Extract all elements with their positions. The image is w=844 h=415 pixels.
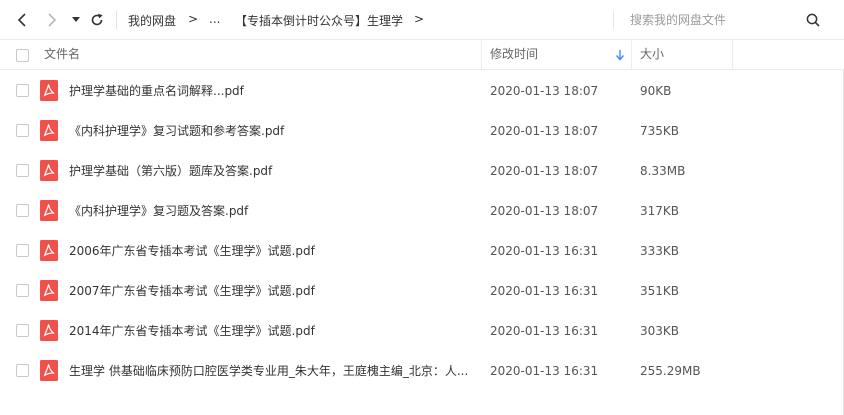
file-row[interactable]: 生理学 供基础临床预防口腔医学类专业用_朱大年，王庭槐主编_北京：人... 20… [0, 351, 844, 391]
sort-down-arrow-icon[interactable] [615, 49, 625, 61]
breadcrumb-current-folder[interactable]: 【专插本倒计时公众号】生理学 [235, 12, 403, 29]
file-row[interactable]: 护理学基础的重点名词解释...pdf 2020-01-13 18:07 90KB [0, 71, 844, 111]
pdf-file-icon [40, 200, 58, 221]
pdf-file-icon [40, 360, 58, 381]
file-name[interactable]: 生理学 供基础临床预防口腔医学类专业用_朱大年，王庭槐主编_北京：人... [69, 363, 474, 379]
column-header: 文件名 修改时间 大小 [0, 40, 844, 70]
chevron-left-icon [17, 13, 26, 27]
breadcrumb-separator: > [188, 12, 199, 26]
refresh-button[interactable] [87, 10, 107, 30]
search-divider [613, 11, 614, 29]
file-modified-time: 2020-01-13 18:07 [490, 124, 599, 138]
file-row[interactable]: 2014年广东省专插本考试《生理学》试题.pdf 2020-01-13 16:3… [0, 311, 844, 351]
file-modified-time: 2020-01-13 16:31 [490, 324, 599, 338]
netdisk-window: 我的网盘 > ... 【专插本倒计时公众号】生理学 > 文件名 修改时间 大小 [0, 0, 844, 415]
refresh-icon [91, 13, 103, 26]
file-checkbox[interactable] [16, 324, 29, 337]
back-button[interactable] [13, 10, 33, 30]
file-checkbox[interactable] [16, 284, 29, 297]
file-size: 317KB [640, 204, 680, 218]
file-checkbox[interactable] [16, 164, 29, 177]
file-name[interactable]: 《内科护理学》复习题及答案.pdf [69, 203, 474, 219]
column-modified-time[interactable]: 修改时间 [490, 40, 538, 70]
toolbar-divider [116, 11, 117, 29]
file-name[interactable]: 2007年广东省专插本考试《生理学》试题.pdf [69, 283, 474, 299]
file-size: 333KB [640, 244, 680, 258]
file-row[interactable]: 2007年广东省专插本考试《生理学》试题.pdf 2020-01-13 16:3… [0, 271, 844, 311]
column-divider [732, 40, 733, 70]
chevron-right-icon [48, 13, 57, 27]
search-button[interactable] [804, 11, 822, 29]
file-checkbox[interactable] [16, 364, 29, 377]
select-all-checkbox[interactable] [16, 49, 29, 62]
file-checkbox[interactable] [16, 244, 29, 257]
breadcrumb-separator: > [414, 12, 425, 26]
pdf-file-icon [40, 120, 58, 141]
file-modified-time: 2020-01-13 16:31 [490, 244, 599, 258]
file-name[interactable]: 《内科护理学》复习试题和参考答案.pdf [69, 123, 474, 139]
search-input[interactable] [630, 9, 800, 31]
breadcrumb-root[interactable]: 我的网盘 [128, 12, 176, 29]
forward-button[interactable] [42, 10, 62, 30]
file-checkbox[interactable] [16, 84, 29, 97]
file-size: 735KB [640, 124, 680, 138]
file-name[interactable]: 2006年广东省专插本考试《生理学》试题.pdf [69, 243, 474, 259]
search-icon [806, 13, 820, 27]
pdf-file-icon [40, 160, 58, 181]
file-size: 90KB [640, 84, 672, 98]
file-modified-time: 2020-01-13 18:07 [490, 204, 599, 218]
file-name[interactable]: 护理学基础的重点名词解释...pdf [69, 83, 474, 99]
file-name[interactable]: 护理学基础（第六版）题库及答案.pdf [69, 163, 474, 179]
column-size[interactable]: 大小 [640, 40, 664, 70]
top-navigation-bar: 我的网盘 > ... 【专插本倒计时公众号】生理学 > [0, 0, 844, 40]
file-checkbox[interactable] [16, 204, 29, 217]
caret-down-icon [72, 17, 80, 22]
file-modified-time: 2020-01-13 16:31 [490, 284, 599, 298]
file-size: 303KB [640, 324, 680, 338]
breadcrumb-ellipsis[interactable]: ... [209, 12, 220, 26]
pdf-file-icon [40, 240, 58, 261]
file-size: 351KB [640, 284, 680, 298]
file-size: 255.29MB [640, 364, 701, 378]
history-dropdown-button[interactable] [68, 10, 84, 30]
column-divider [631, 40, 632, 70]
pdf-file-icon [40, 320, 58, 341]
file-checkbox[interactable] [16, 124, 29, 137]
file-row[interactable]: 护理学基础（第六版）题库及答案.pdf 2020-01-13 18:07 8.3… [0, 151, 844, 191]
file-row[interactable]: 《内科护理学》复习试题和参考答案.pdf 2020-01-13 18:07 73… [0, 111, 844, 151]
file-name[interactable]: 2014年广东省专插本考试《生理学》试题.pdf [69, 323, 474, 339]
file-row[interactable]: 《内科护理学》复习题及答案.pdf 2020-01-13 18:07 317KB [0, 191, 844, 231]
file-modified-time: 2020-01-13 18:07 [490, 84, 599, 98]
pdf-file-icon [40, 280, 58, 301]
pdf-file-icon [40, 80, 58, 101]
file-modified-time: 2020-01-13 16:31 [490, 364, 599, 378]
file-list: 护理学基础的重点名词解释...pdf 2020-01-13 18:07 90KB… [0, 71, 844, 391]
file-row[interactable]: 2006年广东省专插本考试《生理学》试题.pdf 2020-01-13 16:3… [0, 231, 844, 271]
file-size: 8.33MB [640, 164, 686, 178]
file-modified-time: 2020-01-13 18:07 [490, 164, 599, 178]
column-filename[interactable]: 文件名 [44, 40, 80, 70]
column-divider [481, 40, 482, 70]
